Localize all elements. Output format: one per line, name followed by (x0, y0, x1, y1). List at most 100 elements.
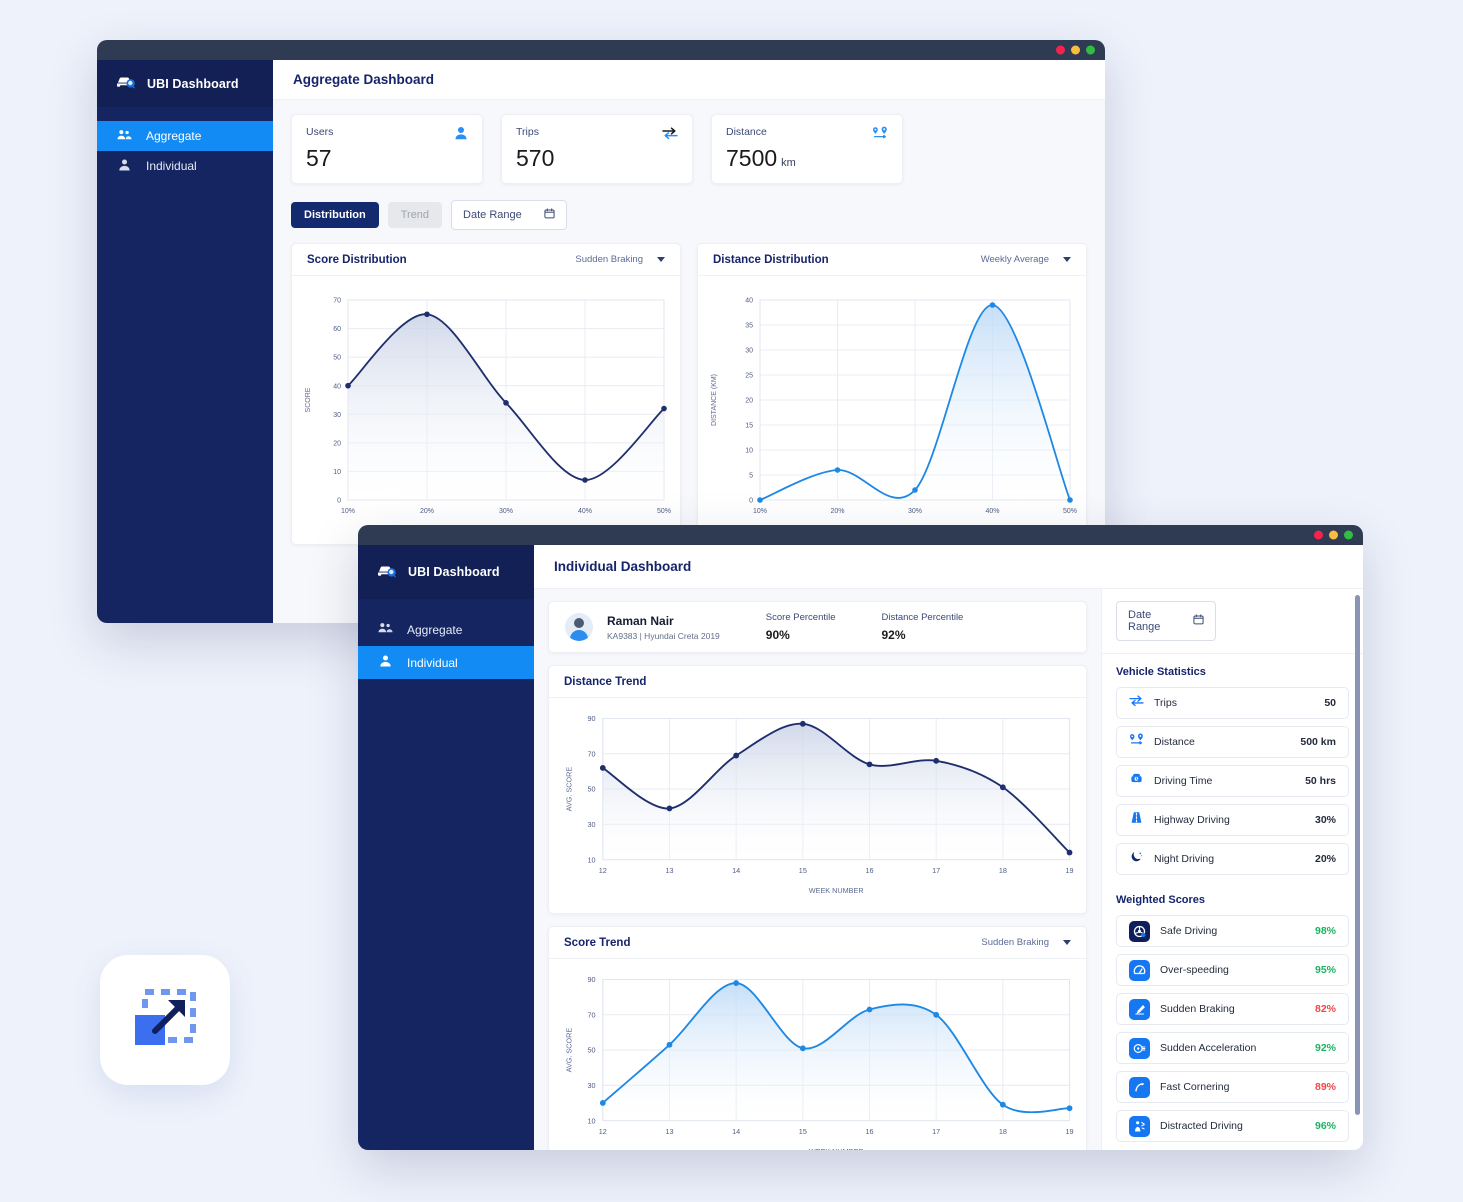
score-metric-select[interactable]: Sudden Braking (575, 254, 665, 265)
distance-percentile: Distance Percentile 92% (882, 612, 964, 642)
sidebar: UBI Dashboard Aggregate Individual (358, 545, 534, 1150)
chart-title: Score Distribution (307, 253, 407, 266)
window-controls[interactable] (1314, 530, 1353, 540)
moon-icon (1129, 850, 1144, 868)
stat-value: 50 hrs (1305, 775, 1336, 787)
sidebar-item-individual[interactable]: Individual (358, 646, 534, 679)
stat-value: 7500 (726, 145, 778, 171)
svg-text:13: 13 (665, 866, 673, 875)
score-label: Sudden Acceleration (1160, 1042, 1257, 1054)
svg-text:30: 30 (745, 348, 753, 355)
score-trend-metric-select[interactable]: Sudden Braking (981, 937, 1071, 948)
date-range-picker[interactable]: Date Range (1116, 601, 1216, 641)
score-trend-plot: 10 30 50 70 90 12 13 14 15 16 17 18 19 AVG. SCORE WEEK… (565, 976, 1074, 1150)
brand-title: UBI Dashboard (147, 76, 239, 91)
svg-text:SCORE: SCORE (305, 387, 312, 412)
map-pins-icon (872, 126, 888, 145)
svg-text:WEEK NUMBER: WEEK NUMBER (809, 1147, 864, 1150)
individual-dashboard-window: UBI Dashboard Aggregate Individual Indiv… (358, 525, 1363, 1150)
window-titlebar (97, 40, 1105, 60)
stat-row-distance[interactable]: Distance 500 km (1116, 726, 1349, 758)
score-row-sudden-braking[interactable]: Sudden Braking 82% (1116, 993, 1349, 1025)
person-icon (454, 126, 468, 145)
svg-text:18: 18 (999, 1127, 1007, 1136)
svg-text:10: 10 (745, 448, 753, 455)
driver-vehicle-meta: KA9383 | Hyundai Creta 2019 (607, 630, 720, 641)
brand: UBI Dashboard (97, 60, 273, 107)
chevron-down-icon (1063, 940, 1071, 946)
svg-text:12: 12 (599, 1127, 607, 1136)
stat-row-driving-time[interactable]: Driving Time 50 hrs (1116, 765, 1349, 797)
svg-text:30%: 30% (499, 508, 513, 515)
sidebar-item-label: Individual (407, 655, 458, 670)
scale-expand-app-icon[interactable] (100, 955, 230, 1085)
accelerate-icon (1129, 1037, 1150, 1059)
sidebar-item-label: Aggregate (146, 129, 202, 143)
svg-text:AVG. SCORE: AVG. SCORE (565, 767, 574, 812)
score-row-distracted-driving[interactable]: Distracted Driving 96% (1116, 1110, 1349, 1142)
stat-label: Trips (516, 126, 539, 138)
svg-text:10: 10 (587, 855, 595, 864)
svg-text:20: 20 (745, 398, 753, 405)
stat-row-night-driving[interactable]: Night Driving 20% (1116, 843, 1349, 875)
individual-content: Raman Nair KA9383 | Hyundai Creta 2019 S… (534, 589, 1101, 1150)
stat-row-trips[interactable]: Trips 50 (1116, 687, 1349, 719)
svg-text:WEEK NUMBER: WEEK NUMBER (809, 886, 864, 895)
minimize-window-button[interactable] (1329, 530, 1338, 540)
svg-text:13: 13 (665, 1127, 673, 1136)
stat-value: 57 (306, 145, 332, 171)
date-range-picker[interactable]: Date Range (451, 200, 567, 230)
distracted-driver-icon (1129, 1115, 1150, 1137)
vehicle-statistics-section: Vehicle Statistics Trips 50 Distance 500… (1102, 654, 1363, 875)
score-value: 98% (1314, 925, 1336, 937)
svg-text:10: 10 (587, 1117, 595, 1126)
driver-profile-card: Raman Nair KA9383 | Hyundai Creta 2019 S… (548, 601, 1087, 653)
svg-text:19: 19 (1065, 866, 1073, 875)
minimize-window-button[interactable] (1071, 45, 1080, 55)
vertical-scrollbar[interactable] (1355, 595, 1360, 1115)
maximize-window-button[interactable] (1344, 530, 1353, 540)
svg-text:10%: 10% (341, 508, 355, 515)
car-search-logo-icon (376, 562, 398, 583)
close-window-button[interactable] (1056, 45, 1065, 55)
person-icon (378, 655, 393, 670)
stat-card-distance: Distance 7500 km (711, 114, 903, 184)
score-value: 95% (1314, 964, 1336, 976)
sidebar-item-aggregate[interactable]: Aggregate (358, 613, 534, 646)
distribution-tab[interactable]: Distribution (291, 202, 379, 228)
stat-label: Highway Driving (1154, 814, 1230, 826)
window-controls[interactable] (1056, 45, 1095, 55)
score-label: Sudden Braking (1160, 1003, 1235, 1015)
stat-label: Trips (1154, 697, 1177, 709)
score-percentile-value: 90% (765, 628, 790, 642)
stat-value: 20% (1314, 853, 1336, 865)
brand-title: UBI Dashboard (408, 565, 500, 579)
svg-text:15: 15 (799, 1127, 807, 1136)
stat-label: Distance (1154, 736, 1195, 748)
sidebar-item-individual[interactable]: Individual (97, 151, 273, 181)
svg-text:60: 60 (333, 326, 341, 333)
score-row-fast-cornering[interactable]: Fast Cornering 89% (1116, 1071, 1349, 1103)
score-row-sudden-acceleration[interactable]: Sudden Acceleration 92% (1116, 1032, 1349, 1064)
sidebar-item-aggregate[interactable]: Aggregate (97, 121, 273, 151)
distance-metric-select[interactable]: Weekly Average (981, 254, 1071, 265)
svg-text:70: 70 (587, 749, 595, 758)
close-window-button[interactable] (1314, 530, 1323, 540)
stat-label: Distance (726, 126, 767, 138)
distance-percentile-label: Distance Percentile (881, 612, 964, 623)
score-row-over-speeding[interactable]: Over-speeding 95% (1116, 954, 1349, 986)
score-row-safe-driving[interactable]: Safe Driving 98% (1116, 915, 1349, 947)
driver-name: Raman Nair (607, 613, 674, 628)
trend-tab[interactable]: Trend (387, 202, 443, 228)
svg-text:90: 90 (587, 714, 595, 723)
score-value: 89% (1314, 1081, 1336, 1093)
svg-text:50: 50 (333, 355, 341, 362)
maximize-window-button[interactable] (1086, 45, 1095, 55)
chevron-down-icon (657, 257, 665, 262)
svg-text:17: 17 (932, 1127, 940, 1136)
stat-card-users: Users 57 (291, 114, 483, 184)
stat-row-highway-driving[interactable]: Highway Driving 30% (1116, 804, 1349, 836)
svg-text:25: 25 (745, 373, 753, 380)
avatar (565, 613, 593, 641)
car-clock-icon (1129, 772, 1144, 790)
